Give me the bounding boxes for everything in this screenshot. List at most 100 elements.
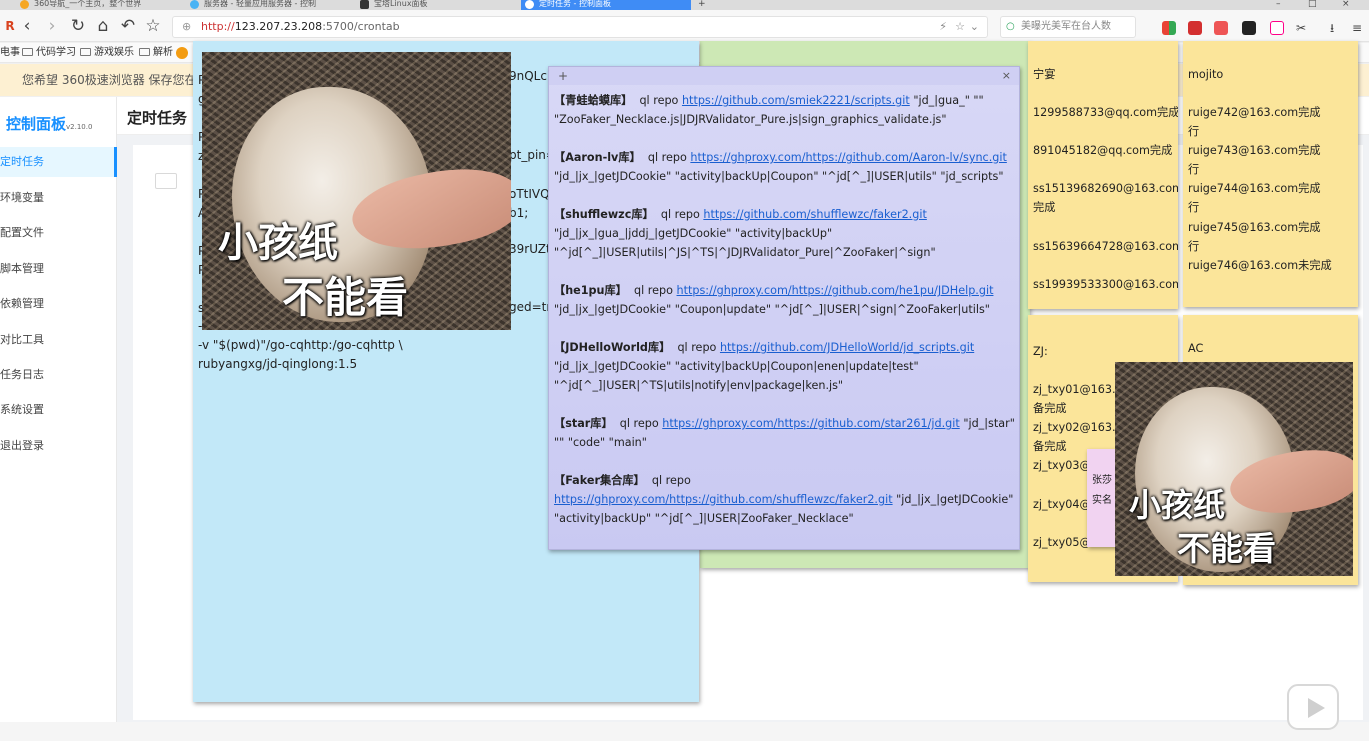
site-info-icon: ⊕ [182, 20, 192, 33]
notice-text: 您希望 360极速浏览器 保存您在此 [22, 73, 209, 87]
tab-favicon-icon [525, 0, 534, 9]
scissors-icon[interactable]: ✂ [1296, 21, 1310, 35]
app-grid-icon[interactable] [1162, 21, 1176, 35]
add-note-icon[interactable]: + [558, 69, 568, 83]
folder-icon [22, 48, 33, 56]
download-icon[interactable]: ⭳ [1330, 21, 1344, 35]
home-icon[interactable]: ⌂ [93, 16, 113, 36]
sidebar-item-crontab[interactable]: 定时任务 [0, 147, 117, 177]
tab-server-console[interactable]: 服务器 - 轻量应用服务器 - 控制 [186, 0, 336, 10]
bookmark-item[interactable]: 电事 [0, 43, 20, 63]
sidebar: 控制面板v2.10.0 定时任务 环境变量 配置文件 脚本管理 依赖管理 对比工… [0, 97, 117, 741]
note-line: 891045182@qq.com完成 [1033, 144, 1173, 157]
bookmark-folder-parse[interactable]: 解析 [139, 43, 173, 63]
sticky-note-repos[interactable]: + × 【青蛙蛤蟆库】 ql repo https://github.com/s… [548, 66, 1020, 550]
search-input[interactable]: ○ 美曝光美军在台人数 [1000, 16, 1136, 38]
repo-name: 【he1pu库】 [554, 284, 627, 297]
sidebar-item-config[interactable]: 配置文件 [0, 218, 117, 248]
speed-icon[interactable]: ⚡ [939, 17, 947, 37]
repo-link[interactable]: https://github.com/shufflewzc/faker2.git [703, 208, 926, 221]
favorite-star-icon[interactable]: ☆ [143, 16, 163, 36]
repo-entry: 【star库】 ql repo https://ghproxy.com/http… [554, 414, 1019, 452]
url-input[interactable]: ⊕ http://123.207.23.208:5700/crontab ⚡ ☆… [172, 16, 988, 38]
repo-link[interactable]: https://ghproxy.com/https://github.com/A… [690, 151, 1007, 164]
repo-args: "jd_|jx_|gua_|jddj_|getJDCookie" "activi… [554, 227, 936, 259]
repo-command: ql repo [677, 341, 717, 354]
sticky-note-mojito[interactable]: mojito ruige742@163.com完成 行 ruige743@163… [1183, 41, 1358, 307]
game-icon[interactable] [1188, 21, 1202, 35]
sidebar-item-logout[interactable]: 退出登录 [0, 431, 117, 461]
tab-crontab-active[interactable]: 定时任务 - 控制面板 [521, 0, 691, 10]
undo-icon[interactable]: ↶ [118, 16, 138, 36]
sidebar-item-label: 退出登录 [0, 439, 44, 452]
sidebar-item-deps[interactable]: 依赖管理 [0, 289, 117, 319]
repo-name: 【shufflewzc库】 [554, 208, 654, 221]
tab-favicon-icon [20, 0, 29, 9]
repo-entry: 【Faker集合库】 ql repo https://ghproxy.com/h… [554, 471, 1019, 528]
folder-icon [80, 48, 91, 56]
note-text-fragment: ged=tr [509, 300, 552, 314]
meme-image: 小孩纸 不能看 [1115, 362, 1353, 576]
new-tab-icon[interactable]: + [698, 0, 706, 9]
bookmark-star-icon[interactable]: ☆ [955, 17, 965, 37]
mail-icon[interactable] [1214, 21, 1228, 35]
tab-favicon-icon [190, 0, 199, 9]
note-line: 张莎 [1092, 475, 1112, 486]
sidebar-item-settings[interactable]: 系统设置 [0, 395, 117, 425]
repo-link[interactable]: https://ghproxy.com/https://github.com/h… [677, 284, 994, 297]
note-line: zj_txy04@ [1033, 498, 1091, 511]
sidebar-item-logs[interactable]: 任务日志 [0, 360, 117, 390]
maximize-icon[interactable]: □ [1308, 0, 1317, 9]
repo-command: ql repo [660, 208, 700, 221]
url-scheme: http:// [201, 20, 235, 33]
note-line: 行 [1188, 201, 1200, 214]
tab-baota-panel[interactable]: 宝塔Linux面板 [356, 0, 516, 10]
sidebar-item-diff[interactable]: 对比工具 [0, 325, 117, 355]
sidebar-item-label: 系统设置 [0, 403, 44, 416]
note-body[interactable]: 【青蛙蛤蟆库】 ql repo https://github.com/smiek… [554, 91, 1019, 547]
video-play-button[interactable] [1287, 684, 1339, 730]
repo-link[interactable]: https://ghproxy.com/https://github.com/s… [554, 493, 893, 506]
repo-entry: 【he1pu库】 ql repo https://ghproxy.com/htt… [554, 281, 1019, 319]
meme-image: 小孩纸 不能看 [202, 52, 511, 330]
meme-caption: 不能看 [1177, 529, 1276, 568]
forward-icon[interactable]: › [42, 16, 62, 36]
sticky-note-ningyan[interactable]: 宁宴 1299588733@qq.com完成 891045182@qq.com完… [1028, 41, 1178, 309]
close-window-icon[interactable]: × [1342, 0, 1350, 9]
repo-link[interactable]: https://github.com/JDHelloWorld/jd_scrip… [720, 341, 974, 354]
bookmark-folder-games[interactable]: 游戏娱乐 [80, 43, 134, 63]
repo-name: 【Aaron-lv库】 [554, 151, 641, 164]
cat-icon[interactable] [1270, 21, 1284, 35]
note-line: ZJ: [1033, 345, 1048, 358]
menu-icon[interactable]: ≡ [1352, 21, 1366, 35]
brand-name: 控制面板 [6, 115, 67, 133]
repo-name: 【Faker集合库】 [554, 474, 645, 487]
repo-link[interactable]: https://ghproxy.com/https://github.com/s… [662, 417, 959, 430]
avatar[interactable] [176, 47, 188, 59]
repo-command: ql repo [639, 94, 679, 107]
media-icon[interactable] [1242, 21, 1256, 35]
url-path: :5700/crontab [322, 20, 400, 33]
tab-label: 宝塔Linux面板 [374, 0, 428, 8]
chevron-down-icon[interactable]: ⌄ [970, 17, 979, 37]
meme-caption: 不能看 [282, 273, 409, 322]
repo-link[interactable]: https://github.com/smiek2221/scripts.git [682, 94, 910, 107]
page-footer [0, 722, 1369, 741]
note-line: 备完成 [1033, 402, 1067, 415]
note-title-bar[interactable] [549, 67, 1019, 85]
sidebar-item-label: 定时任务 [0, 155, 44, 168]
back-icon[interactable]: ‹ [17, 16, 37, 36]
note-line: zj_txy02@163.c [1033, 421, 1122, 434]
folder-icon [139, 48, 150, 56]
bookmark-folder-code[interactable]: 代码学习 [22, 43, 76, 63]
minimize-icon[interactable]: – [1276, 0, 1281, 9]
reload-icon[interactable]: ↻ [68, 16, 88, 36]
search-icon: ○ [1006, 21, 1015, 32]
sidebar-item-scripts[interactable]: 脚本管理 [0, 254, 117, 284]
sidebar-item-env[interactable]: 环境变量 [0, 183, 117, 213]
repo-entry: 【shufflewzc库】 ql repo https://github.com… [554, 205, 1019, 262]
select-all-checkbox[interactable] [155, 173, 177, 189]
note-line: 行 [1188, 125, 1200, 138]
close-icon[interactable]: × [1002, 69, 1011, 82]
tab-360-nav[interactable]: 360导航_一个主页，整个世界 [16, 0, 166, 10]
